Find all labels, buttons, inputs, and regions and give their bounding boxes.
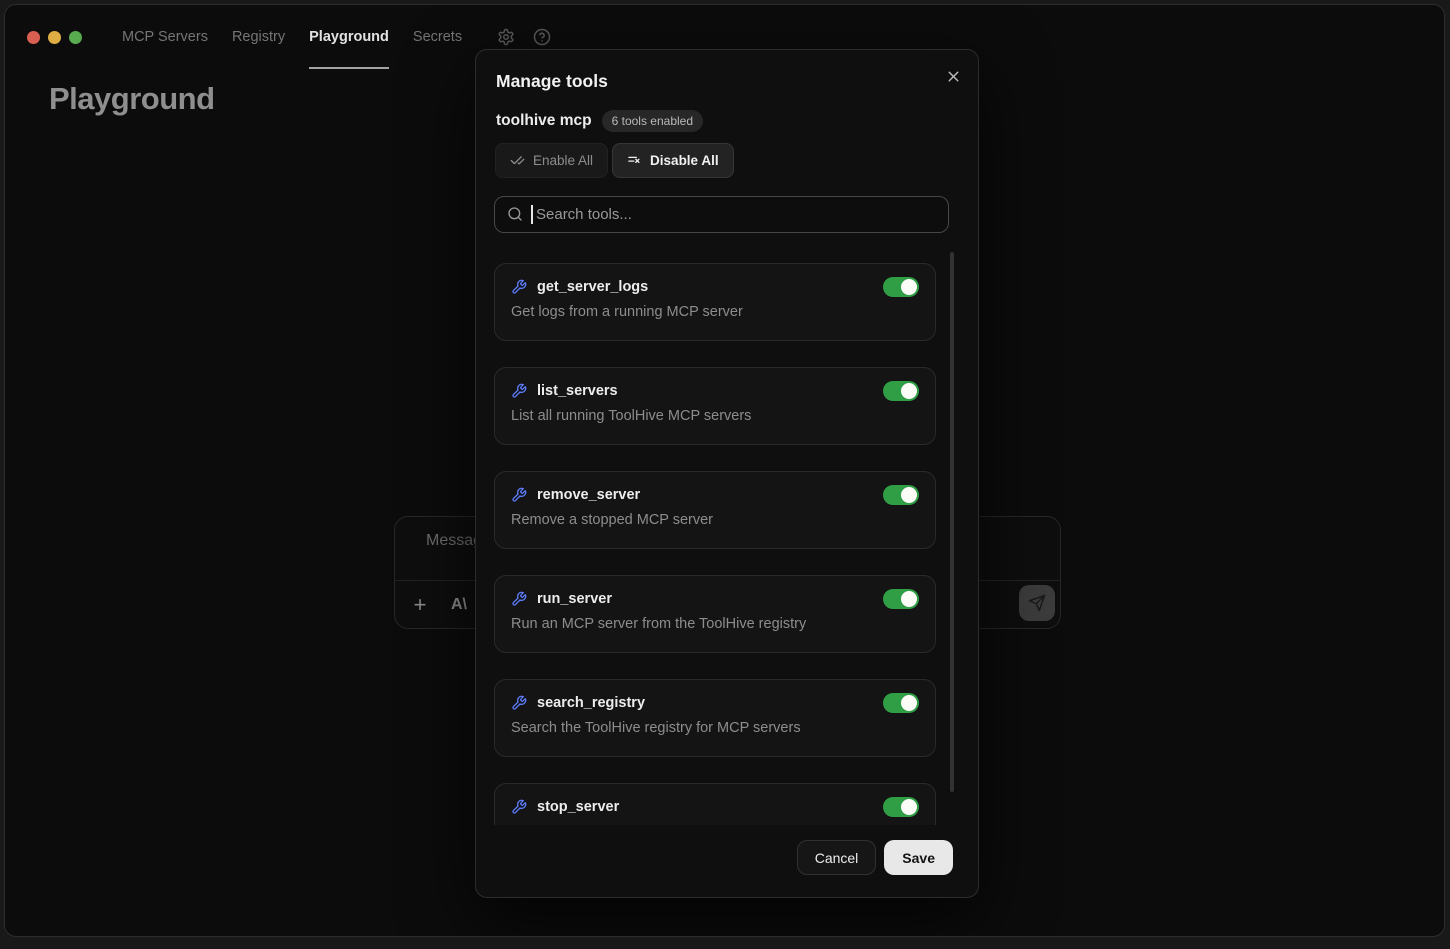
tool-toggle[interactable] [883, 381, 919, 401]
app-window: MCP Servers Registry Playground Secrets [4, 4, 1445, 937]
toggle-knob [901, 799, 917, 815]
scrollbar-thumb[interactable] [950, 252, 954, 792]
tool-name: run_server [537, 591, 612, 607]
wrench-icon [511, 591, 527, 607]
tool-name: list_servers [537, 383, 618, 399]
tool-name: remove_server [537, 487, 640, 503]
tool-head: list_servers [511, 383, 919, 399]
tool-description: Search the ToolHive registry for MCP ser… [511, 720, 919, 736]
send-button[interactable] [1019, 585, 1055, 621]
tool-description: Run an MCP server from the ToolHive regi… [511, 616, 919, 632]
tool-toggle[interactable] [883, 797, 919, 817]
tool-card: get_server_logs Get logs from a running … [494, 263, 936, 341]
close-window-button[interactable] [27, 31, 40, 44]
close-icon [945, 68, 962, 85]
toggle-knob [901, 695, 917, 711]
dialog-title: Manage tools [496, 71, 608, 92]
tool-toggle[interactable] [883, 277, 919, 297]
tool-description: List all running ToolHive MCP servers [511, 408, 919, 424]
wrench-icon [511, 695, 527, 711]
server-name: toolhive mcp [496, 112, 592, 130]
tool-description: Get logs from a running MCP server [511, 304, 919, 320]
tool-toggle[interactable] [883, 693, 919, 713]
tool-head: stop_server [511, 799, 919, 815]
titlebar-icons [494, 25, 554, 49]
dialog-footer: Cancel Save [797, 840, 953, 875]
tool-card: search_registry Search the ToolHive regi… [494, 679, 936, 757]
help-circle-icon [533, 28, 551, 46]
settings-button[interactable] [494, 25, 518, 49]
page-title: Playground [49, 81, 215, 117]
tab-registry[interactable]: Registry [232, 5, 285, 69]
manage-tools-dialog: Manage tools toolhive mcp 6 tools enable… [475, 49, 979, 898]
disable-all-label: Disable All [650, 153, 719, 168]
paper-plane-icon [1028, 594, 1046, 612]
server-row: toolhive mcp 6 tools enabled [496, 110, 703, 132]
tool-description: Remove a stopped MCP server [511, 512, 919, 528]
toggle-knob [901, 383, 917, 399]
cancel-button[interactable]: Cancel [797, 840, 877, 875]
tools-enabled-badge: 6 tools enabled [602, 110, 703, 132]
wrench-icon [511, 487, 527, 503]
tool-name: get_server_logs [537, 279, 648, 295]
attach-button[interactable]: + [407, 592, 433, 618]
tool-card: stop_server [494, 783, 936, 825]
tool-head: remove_server [511, 487, 919, 503]
search-tools [494, 196, 949, 233]
save-button[interactable]: Save [884, 840, 953, 875]
enable-all-label: Enable All [533, 153, 593, 168]
plus-icon: + [414, 592, 427, 618]
toggle-knob [901, 279, 917, 295]
tool-head: get_server_logs [511, 279, 919, 295]
bulk-actions: Enable All Disable All [495, 143, 734, 178]
tool-toggle[interactable] [883, 485, 919, 505]
tool-card: list_servers List all running ToolHive M… [494, 367, 936, 445]
disable-all-button[interactable]: Disable All [612, 143, 734, 178]
maximize-window-button[interactable] [69, 31, 82, 44]
tab-playground[interactable]: Playground [309, 5, 389, 69]
tool-card: remove_server Remove a stopped MCP serve… [494, 471, 936, 549]
help-button[interactable] [530, 25, 554, 49]
gear-icon [497, 28, 515, 46]
nav-tabs: MCP Servers Registry Playground Secrets [122, 5, 462, 69]
tab-mcp-servers[interactable]: MCP Servers [122, 5, 208, 69]
tool-name: search_registry [537, 695, 645, 711]
tool-head: search_registry [511, 695, 919, 711]
tool-name: stop_server [537, 799, 619, 815]
search-icon [507, 206, 523, 222]
close-dialog-button[interactable] [943, 66, 963, 86]
anthropic-logo-icon: A\ [451, 596, 467, 614]
wrench-icon [511, 383, 527, 399]
toggle-knob [901, 487, 917, 503]
enable-all-button[interactable]: Enable All [495, 143, 608, 178]
check-check-icon [510, 153, 525, 168]
minimize-window-button[interactable] [48, 31, 61, 44]
list-x-icon [627, 153, 642, 168]
wrench-icon [511, 799, 527, 815]
tool-list: get_server_logs Get logs from a running … [494, 247, 950, 825]
tool-head: run_server [511, 591, 919, 607]
traffic-lights [27, 31, 82, 44]
tool-card: run_server Run an MCP server from the To… [494, 575, 936, 653]
wrench-icon [511, 279, 527, 295]
text-caret [531, 205, 533, 224]
tab-secrets[interactable]: Secrets [413, 5, 462, 69]
search-tools-input[interactable] [494, 196, 949, 233]
tool-toggle[interactable] [883, 589, 919, 609]
toggle-knob [901, 591, 917, 607]
